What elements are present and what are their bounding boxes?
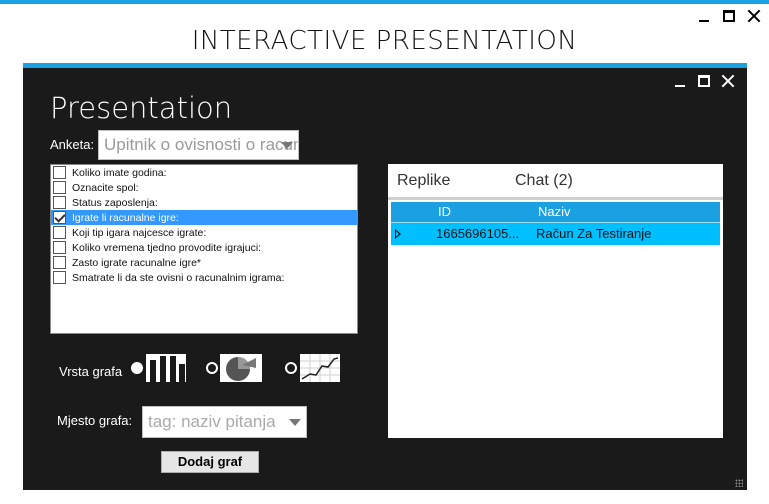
cell-naziv: Račun Za Testiranje [536, 226, 652, 241]
tab-replike[interactable]: Replike [397, 172, 450, 190]
question-label: Koliko imate godina: [72, 166, 167, 179]
question-label: Oznacite spol: [72, 181, 139, 194]
question-label: Koji tip igara najcesce igrate: [72, 226, 207, 239]
list-item[interactable]: Smatrate li da ste ovisni o racunalnim i… [51, 270, 357, 285]
question-label: Status zaposlenja: [72, 196, 158, 209]
app-title: INTERACTIVE PRESENTATION [191, 26, 578, 56]
question-checkbox[interactable] [53, 166, 66, 179]
column-header-id[interactable]: ID [438, 202, 451, 222]
line-chart-radio[interactable] [285, 362, 297, 374]
question-label: Igrate li racunalne igre: [72, 211, 179, 224]
list-item[interactable]: Zasto igrate racunalne igre* [51, 255, 357, 270]
tab-chat[interactable]: Chat (2) [515, 172, 573, 190]
right-panel: Replike Chat (2) ID Naziv 1665696105... … [388, 164, 723, 438]
replike-grid: ID Naziv 1665696105... Račun Za Testiran… [391, 202, 720, 245]
add-chart-button[interactable]: Dodaj graf [161, 451, 259, 473]
question-checkbox[interactable] [53, 226, 66, 239]
close-icon[interactable] [747, 9, 761, 23]
grid-header: ID Naziv [391, 202, 720, 222]
survey-select[interactable]: Upitnik o ovisnosti o racunalnim igrama [98, 130, 299, 160]
app-window: INTERACTIVE PRESENTATION Presentation An… [0, 0, 769, 504]
question-checkbox[interactable] [53, 181, 66, 194]
question-label: Smatrate li da ste ovisni o racunalnim i… [72, 271, 285, 284]
table-row[interactable]: 1665696105... Račun Za Testiranje [391, 222, 720, 245]
question-label: Koliko vremena tjedno provodite igrajuci… [72, 241, 262, 254]
bar-chart-radio[interactable] [131, 362, 143, 374]
chevron-down-icon [281, 142, 293, 149]
list-item[interactable]: Igrate li racunalne igre: [51, 210, 357, 225]
question-checkbox[interactable] [53, 256, 66, 269]
list-item[interactable]: Status zaposlenja: [51, 195, 357, 210]
inner-window-controls [673, 74, 735, 88]
question-checkbox[interactable] [53, 211, 66, 224]
chart-position-select[interactable]: tag: naziv pitanja [142, 406, 307, 438]
tab-bar: Replike Chat (2) [388, 164, 723, 200]
pie-chart-radio[interactable] [206, 362, 218, 374]
chevron-down-icon [289, 419, 301, 426]
list-item[interactable]: Koliko imate godina: [51, 165, 357, 180]
cell-id: 1665696105... [436, 226, 520, 241]
question-list[interactable]: Koliko imate godina: Oznacite spol: Status… [50, 164, 358, 334]
question-checkbox[interactable] [53, 196, 66, 209]
column-header-naziv[interactable]: Naziv [538, 202, 571, 222]
tab-divider [388, 197, 723, 200]
maximize-icon[interactable] [723, 10, 735, 22]
inner-close-icon[interactable] [721, 74, 735, 88]
chart-position-label: Mjesto grafa: [57, 413, 133, 428]
list-item[interactable]: Koliko vremena tjedno provodite igrajuci… [51, 240, 357, 255]
chart-type-label: Vrsta grafa [59, 364, 123, 379]
top-accent-bar [0, 0, 769, 4]
row-indicator-icon [395, 229, 401, 239]
list-item[interactable]: Oznacite spol: [51, 180, 357, 195]
inner-maximize-icon[interactable] [698, 75, 710, 87]
line-chart-icon [300, 354, 340, 382]
chart-position-placeholder: tag: naziv pitanja [148, 412, 276, 431]
resize-grip-icon[interactable] [735, 479, 743, 487]
survey-label: Anketa: [50, 137, 95, 152]
pie-chart-icon [220, 354, 262, 382]
inner-minimize-icon[interactable] [673, 74, 687, 88]
minimize-icon[interactable] [697, 9, 711, 23]
list-item[interactable]: Koji tip igara najcesce igrate: [51, 225, 357, 240]
presentation-title: Presentation [50, 91, 233, 125]
window-controls [697, 9, 761, 23]
question-checkbox[interactable] [53, 241, 66, 254]
question-checkbox[interactable] [53, 271, 66, 284]
presentation-window: Presentation Anketa: Upitnik o ovisnosti… [23, 63, 747, 490]
bar-chart-icon [146, 354, 186, 382]
survey-select-value: Upitnik o ovisnosti o racunalnim igrama [104, 135, 298, 154]
question-label: Zasto igrate racunalne igre* [72, 256, 201, 269]
